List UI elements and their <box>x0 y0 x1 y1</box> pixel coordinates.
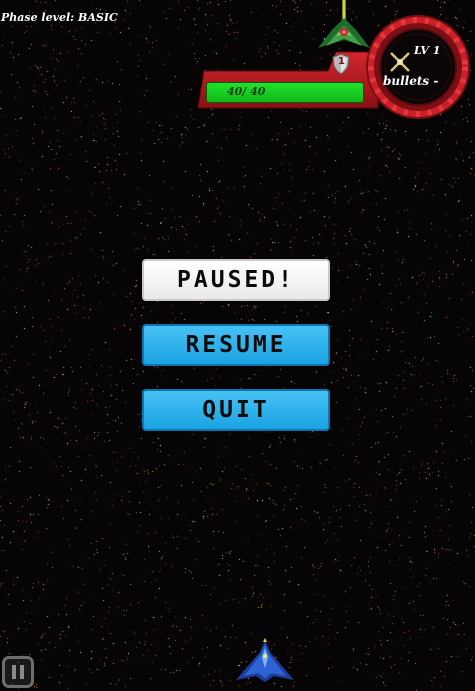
game-screen: 1 Phase level: BASIC 40/ 40 LV 1 bullets… <box>0 0 475 691</box>
shield-count: 1 <box>338 56 345 67</box>
bullets-label: bullets - <box>383 74 439 88</box>
paused-title: PAUSED! <box>142 259 330 301</box>
player-ship-icon <box>236 638 294 682</box>
quit-button[interactable]: QUIT <box>142 389 330 431</box>
level-label: LV 1 <box>414 44 441 57</box>
health-bar: 40/ 40 <box>206 82 364 103</box>
pause-icon <box>12 665 16 679</box>
resume-button[interactable]: RESUME <box>142 324 330 366</box>
phase-level-label: Phase level: BASIC <box>1 11 118 24</box>
health-text: 40/ 40 <box>227 85 266 98</box>
pause-button[interactable] <box>2 656 34 688</box>
crossed-swords-icon <box>390 52 410 72</box>
pause-icon-bar <box>20 665 24 679</box>
